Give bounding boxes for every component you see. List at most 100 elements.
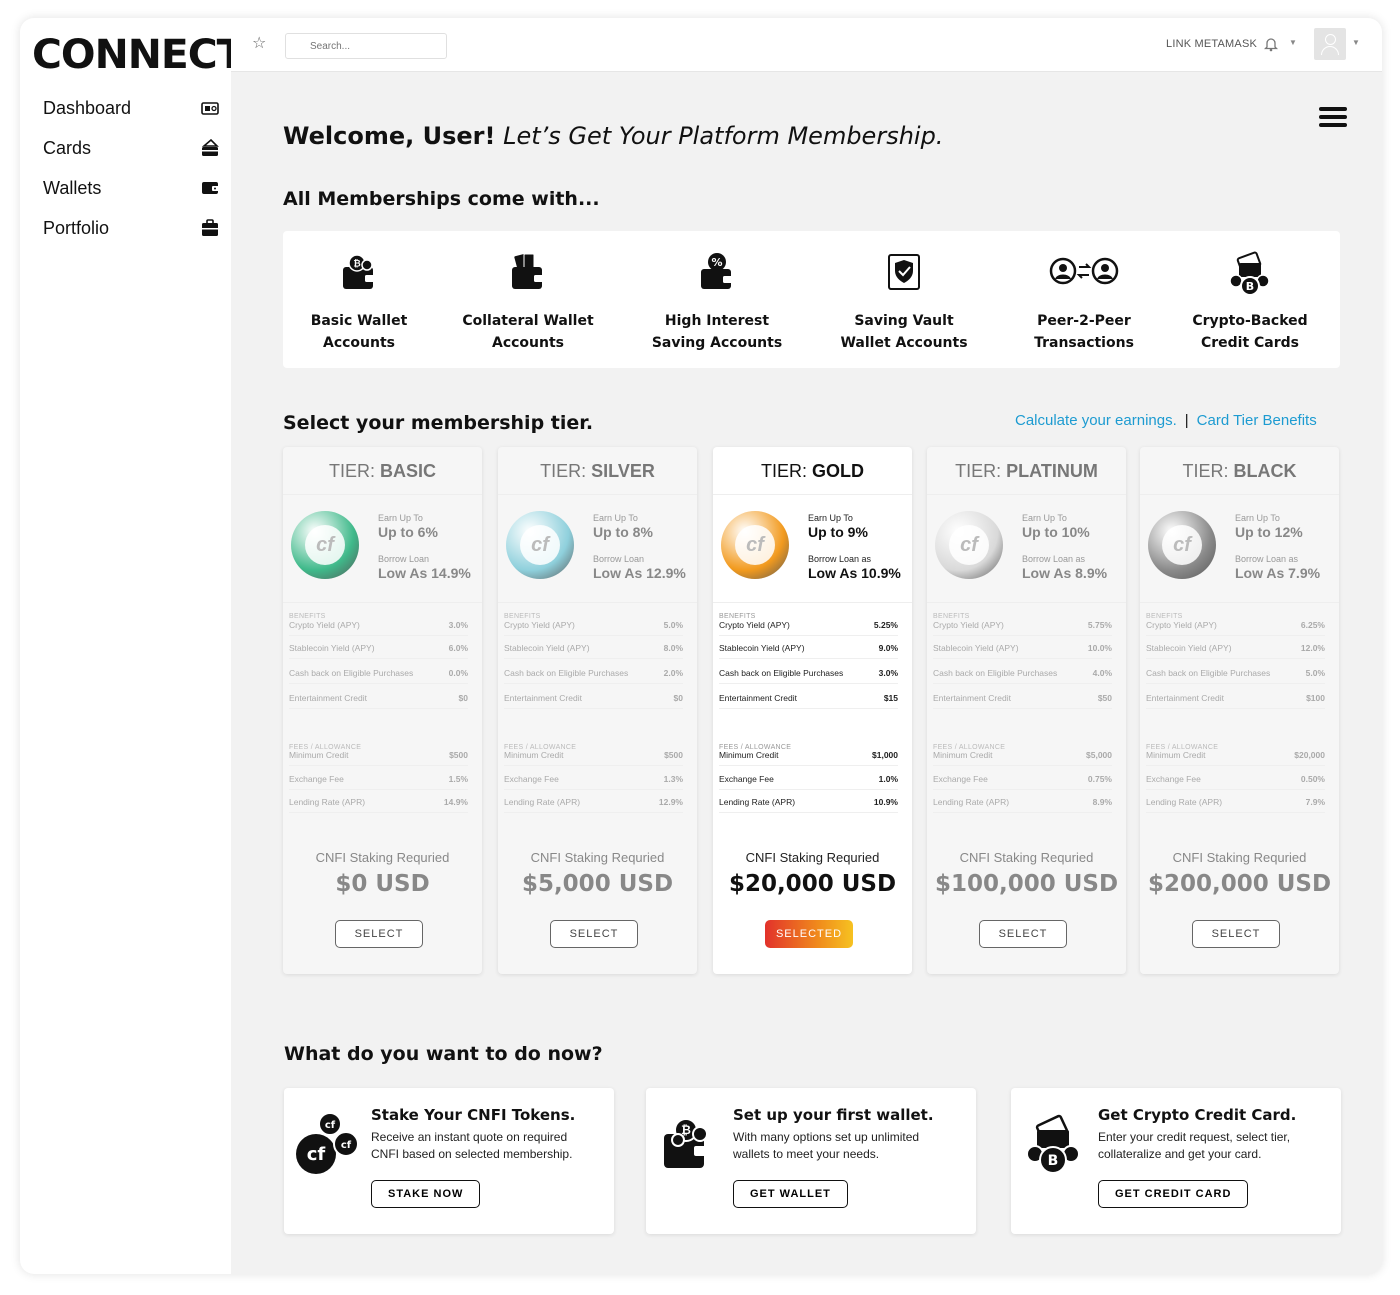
- staking-value: $200,000 USD: [1147, 871, 1332, 897]
- tier-row-lend-rate: Lending Rate (APR) 12.9%: [504, 791, 683, 813]
- tier-card-platinum[interactable]: TIER: PLATINUM Earn Up ToUp to 10% Borrow …: [927, 447, 1126, 974]
- earn-value: Up to 12%: [1235, 524, 1303, 540]
- borrow-value: Low As 10.9%: [808, 565, 901, 581]
- select-tier-button[interactable]: SELECTED: [765, 920, 853, 948]
- get-credit-card-button[interactable]: GET CREDIT CARD: [1098, 1180, 1249, 1208]
- borrow-label: Borrow Loan as: [808, 554, 872, 564]
- avatar[interactable]: [1314, 28, 1346, 60]
- borrow-value: Low As 12.9%: [593, 565, 686, 581]
- wallet-action-card: ₿ Set up your first wallet. With many op…: [646, 1088, 976, 1234]
- feature-label: Basic Wallet Accounts: [310, 313, 408, 351]
- tier-row-crypto-yield: Crypto Yield (APY) 5.75%: [933, 614, 1112, 636]
- calculate-earnings-link[interactable]: Calculate your earnings.: [1015, 412, 1177, 429]
- tier-card-gold[interactable]: TIER: GOLD Earn Up ToUp to 9% Borrow Loan …: [713, 447, 912, 974]
- feature-basic-wallet: ₿ Basic Wallet Accounts: [274, 251, 444, 354]
- tier-row-cash-back: Cash back on Eligible Purchases 5.0%: [1146, 662, 1325, 684]
- action-text: Enter your credit request, select tier, …: [1098, 1130, 1291, 1161]
- vault-shield-icon: [888, 254, 920, 290]
- sidebar-item-cards[interactable]: Cards: [20, 128, 231, 168]
- divider: [283, 602, 482, 603]
- briefcase-icon: [202, 219, 218, 236]
- link-metamask-link[interactable]: LINK METAMASK: [1166, 38, 1257, 50]
- card-tier-benefits-link[interactable]: Card Tier Benefits: [1197, 412, 1317, 429]
- borrow-value: Low As 7.9%: [1235, 565, 1321, 581]
- search-input[interactable]: [285, 33, 447, 59]
- staking-label: CNFI Staking Requried: [315, 850, 450, 865]
- svg-text:cf: cf: [325, 1120, 336, 1131]
- tier-row-cash-back: Cash back on Eligible Purchases 2.0%: [504, 662, 683, 684]
- tier-title: TIER: SILVER: [498, 447, 697, 495]
- tier-row-crypto-yield: Crypto Yield (APY) 5.0%: [504, 614, 683, 636]
- staking-label: CNFI Staking Requried: [1172, 850, 1307, 865]
- tier-title: TIER: BLACK: [1140, 447, 1339, 495]
- fees-label: FEES / ALLOWANCE: [289, 744, 362, 751]
- svg-text:B: B: [1246, 280, 1254, 293]
- select-tier-button[interactable]: SELECT: [550, 920, 638, 948]
- svg-text:cf: cf: [307, 1144, 326, 1165]
- tier-row-crypto-yield: Crypto Yield (APY) 6.25%: [1146, 614, 1325, 636]
- tier-row-exch-fee: Exchange Fee 1.0%: [719, 768, 898, 790]
- sidebar-item-portfolio[interactable]: Portfolio: [20, 208, 231, 248]
- sidebar-item-label: Wallets: [43, 177, 102, 198]
- wallet-crypto-icon: ₿: [664, 1118, 708, 1168]
- sidebar-item-label: Cards: [43, 137, 92, 158]
- link-separator: |: [1184, 412, 1189, 429]
- earn-value: Up to 8%: [593, 524, 653, 540]
- app-logo[interactable]: CONNECT: [32, 32, 244, 78]
- get-wallet-button[interactable]: GET WALLET: [733, 1180, 848, 1208]
- earn-label: Earn Up To: [378, 513, 423, 523]
- stake-action-card: cf cf cf Stake Your CNFI Tokens. Receive a…: [284, 1088, 614, 1234]
- welcome-subtitle: Let’s Get Your Platform Membership.: [503, 122, 944, 150]
- tier-title: TIER: PLATINUM: [927, 447, 1126, 495]
- svg-text:cf: cf: [341, 1140, 352, 1151]
- divider: [1140, 602, 1339, 603]
- wallet-crypto-icon: ₿: [343, 254, 375, 289]
- tier-card-basic[interactable]: TIER: BASIC Earn Up ToUp to 6% Borrow Loan…: [283, 447, 482, 974]
- actions-heading: What do you want to do now?: [284, 1043, 603, 1065]
- action-text: With many options set up unlimited walle…: [733, 1130, 920, 1161]
- tier-row-cash-back: Cash back on Eligible Purchases 4.0%: [933, 662, 1112, 684]
- earn-value: Up to 6%: [378, 524, 438, 540]
- stake-now-button[interactable]: STAKE NOW: [371, 1180, 481, 1208]
- hamburger-menu-icon[interactable]: [1319, 107, 1347, 127]
- select-tier-button[interactable]: SELECT: [335, 920, 423, 948]
- feature-collateral-wallet: Collateral Wallet Accounts: [443, 251, 613, 354]
- feature-saving-vault: Saving Vault Wallet Accounts: [819, 251, 989, 354]
- sidebar-nav: Dashboard Cards Wallets Portfolio: [20, 88, 231, 248]
- tier-row-exch-fee: Exchange Fee 0.75%: [933, 768, 1112, 790]
- feature-crypto-cards: B Crypto-Backed Credit Cards: [1165, 251, 1335, 354]
- tier-card-silver[interactable]: TIER: SILVER Earn Up ToUp to 8% Borrow Loa…: [498, 447, 697, 974]
- wallet-icon: [202, 182, 219, 194]
- feature-label: Peer-2-Peer Transactions: [1034, 313, 1134, 351]
- divider: [927, 602, 1126, 603]
- chevron-down-icon[interactable]: ▼: [1352, 38, 1360, 47]
- staking-value: $0 USD: [335, 871, 430, 897]
- tier-coin-image: [935, 511, 1003, 579]
- tier-coin-image: [506, 511, 574, 579]
- tier-row-exch-fee: Exchange Fee 1.5%: [289, 768, 468, 790]
- tier-row-stable-yield: Stablecoin Yield (APY) 9.0%: [719, 637, 898, 659]
- borrow-value: Low As 14.9%: [378, 565, 471, 581]
- earn-value: Up to 9%: [808, 524, 868, 540]
- sidebar-item-wallets[interactable]: Wallets: [20, 168, 231, 208]
- tier-coin-image: [721, 511, 789, 579]
- tier-row-lend-rate: Lending Rate (APR) 7.9%: [1146, 791, 1325, 813]
- fees-label: FEES / ALLOWANCE: [719, 744, 792, 751]
- star-icon[interactable]: ☆: [252, 33, 266, 53]
- crypto-card-icon: B: [1229, 251, 1270, 296]
- feature-label: Saving Vault Wallet Accounts: [840, 313, 968, 351]
- cards-icon: [201, 139, 219, 156]
- tier-row-crypto-yield: Crypto Yield (APY) 5.25%: [719, 614, 898, 636]
- tier-card-black[interactable]: TIER: BLACK Earn Up ToUp to 12% Borrow Loa…: [1140, 447, 1339, 974]
- select-tier-button[interactable]: SELECT: [1192, 920, 1280, 948]
- bell-icon[interactable]: [1264, 36, 1278, 52]
- chevron-down-icon[interactable]: ▼: [1289, 38, 1297, 47]
- top-bar: ☆ LINK METAMASK ▼ ▼: [231, 18, 1382, 72]
- sidebar-item-dashboard[interactable]: Dashboard: [20, 88, 231, 128]
- select-tier-button[interactable]: SELECT: [979, 920, 1067, 948]
- tier-row-ent-credit: Entertainment Credit $0: [504, 687, 683, 709]
- tier-title: TIER: GOLD: [713, 447, 912, 495]
- borrow-label: Borrow Loan as: [1022, 554, 1086, 564]
- features-panel: ₿ Basic Wallet Accounts Collateral Wallet…: [283, 231, 1340, 368]
- features-heading: All Memberships come with...: [283, 188, 600, 210]
